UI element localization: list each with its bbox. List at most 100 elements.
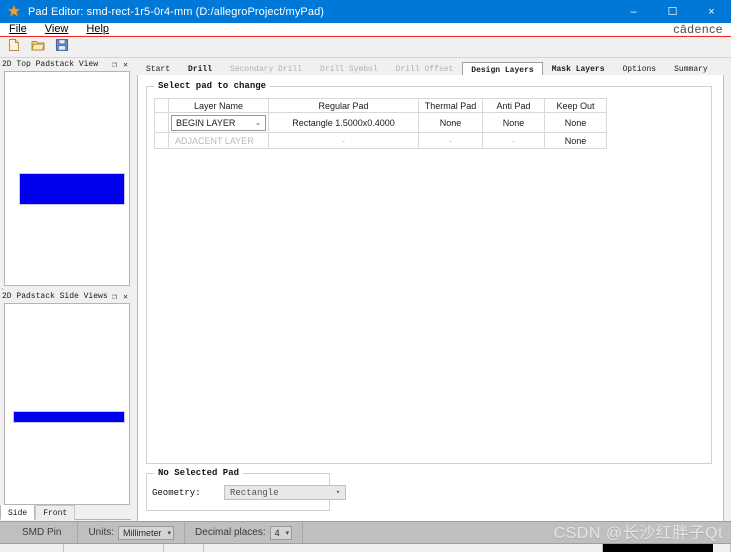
layer-name-combobox[interactable]: BEGIN LAYER ⌄ — [171, 114, 266, 131]
view-tabs: Side Front — [0, 505, 131, 520]
cell-regular-pad-adjacent[interactable]: - — [268, 132, 419, 149]
chevron-down-icon[interactable]: ▾ — [286, 529, 290, 537]
geometry-value: Rectangle — [230, 487, 279, 498]
cell-keep-out-adjacent[interactable]: None — [544, 132, 607, 149]
chevron-down-icon[interactable]: ▾ — [168, 529, 172, 537]
pad-editor-window: Pad Editor: smd-rect-1r5-0r4-mm (D:/alle… — [0, 0, 731, 552]
pad-layers-table[interactable]: Layer Name Regular Pad Thermal Pad Anti … — [154, 98, 607, 149]
tab-secondary-drill: Secondary Drill — [230, 65, 303, 74]
cell-thermal-pad-adjacent[interactable]: - — [418, 132, 483, 149]
tab-drill[interactable]: Drill — [179, 61, 221, 75]
bottom-seg-3 — [164, 544, 204, 552]
tab-summary[interactable]: Summary — [665, 61, 717, 75]
geometry-combobox[interactable]: Rectangle ▾ — [224, 485, 346, 500]
tab-drill-symbol: Drill Symbol — [320, 65, 378, 74]
window-title: Pad Editor: smd-rect-1r5-0r4-mm (D:/alle… — [28, 5, 325, 18]
bottom-seg-4 — [204, 544, 603, 552]
toolbar — [0, 38, 731, 58]
tab-drill-offset: Drill Offset — [395, 65, 454, 74]
menu-bar: File View Help — [0, 23, 731, 37]
units-label: Units: — [88, 527, 115, 538]
dock-side-views-header: 2D Padstack Side Views ❐ ✕ — [0, 290, 131, 303]
th-layer-name: Layer Name — [168, 98, 269, 113]
status-spacer — [302, 521, 731, 544]
cell-layer-name-begin[interactable]: BEGIN LAYER ⌄ — [168, 112, 269, 133]
decimals-label: Decimal places: — [195, 527, 266, 538]
menu-file[interactable]: File — [0, 23, 36, 36]
tab-design-layers[interactable]: Design Layers — [462, 62, 543, 76]
side-padstack-canvas[interactable] — [4, 303, 130, 505]
window-controls: – ☐ × — [614, 0, 731, 23]
cell-regular-pad-begin[interactable]: Rectangle 1.5000x0.4000 — [268, 112, 419, 133]
dock-close-icon[interactable]: ✕ — [120, 59, 131, 70]
th-thermal-pad: Thermal Pad — [418, 98, 483, 113]
view-tab-front[interactable]: Front — [35, 505, 76, 520]
bottom-cutoff-strip — [0, 543, 731, 552]
cell-thermal-pad-begin[interactable]: None — [418, 112, 483, 133]
table-row[interactable]: ADJACENT LAYER - - - None — [154, 132, 607, 149]
menu-help[interactable]: Help — [77, 23, 118, 36]
layer-name-value: BEGIN LAYER — [176, 117, 236, 128]
floppy-disk-icon — [55, 38, 69, 57]
menu-view-label: View — [44, 23, 69, 35]
open-folder-icon — [31, 38, 45, 57]
select-pad-group-title: Select pad to change — [154, 81, 271, 91]
geometry-label: Geometry: — [152, 487, 201, 498]
dock-padstack-side-views: 2D Padstack Side Views ❐ ✕ — [0, 290, 131, 505]
status-units: Units: Millimeter ▾ — [78, 521, 186, 544]
cadence-logo: cādence — [673, 22, 723, 36]
dock-float-icon[interactable]: ❐ — [109, 59, 120, 70]
title-bar: Pad Editor: smd-rect-1r5-0r4-mm (D:/alle… — [0, 0, 731, 23]
pad-shape-top — [19, 173, 125, 205]
app-icon — [6, 3, 22, 20]
row-handle-begin[interactable] — [154, 112, 169, 133]
menu-file-label: File — [9, 23, 27, 35]
open-file-button[interactable] — [28, 39, 48, 57]
top-padstack-canvas[interactable] — [4, 71, 130, 286]
cell-layer-name-adjacent[interactable]: ADJACENT LAYER — [168, 132, 269, 149]
view-tab-side[interactable]: Side — [0, 505, 36, 520]
design-layers-panel: Select pad to change Layer Name Regular … — [137, 75, 724, 530]
bottom-seg-1 — [0, 544, 64, 552]
save-file-button[interactable] — [52, 39, 72, 57]
th-anti-pad: Anti Pad — [482, 98, 545, 113]
th-regular-pad: Regular Pad — [268, 98, 419, 113]
status-decimal-places: Decimal places: 4 ▾ — [185, 522, 302, 544]
menu-view[interactable]: View — [36, 23, 78, 36]
dock-float-icon-2[interactable]: ❐ — [109, 291, 120, 302]
new-document-icon — [7, 38, 21, 57]
cell-keep-out-begin[interactable]: None — [544, 112, 607, 133]
row-handle-adjacent[interactable] — [154, 132, 169, 149]
bottom-seg-dark — [603, 544, 713, 552]
dock-top-padstack-title: 2D Top Padstack View — [2, 60, 99, 69]
tab-mask-layers[interactable]: Mask Layers — [543, 61, 614, 75]
units-combobox[interactable]: Millimeter ▾ — [118, 525, 175, 540]
status-bar: SMD Pin Units: Millimeter ▾ Decimal plac… — [0, 521, 731, 544]
th-handle — [154, 98, 169, 113]
bottom-seg-2 — [64, 544, 164, 552]
maximize-button[interactable]: ☐ — [653, 0, 692, 23]
dock-side-views-title: 2D Padstack Side Views — [2, 292, 108, 301]
dock-close-icon-2[interactable]: ✕ — [120, 291, 131, 302]
new-file-button[interactable] — [4, 39, 24, 57]
bottom-seg-5 — [713, 544, 731, 552]
tab-start[interactable]: Start — [137, 61, 179, 75]
cell-anti-pad-begin[interactable]: None — [482, 112, 545, 133]
chevron-down-icon[interactable]: ⌄ — [251, 118, 265, 127]
close-button[interactable]: × — [692, 0, 731, 23]
decimals-combobox[interactable]: 4 ▾ — [269, 525, 293, 540]
status-pin-type: SMD Pin — [0, 521, 79, 544]
dock-top-padstack-header: 2D Top Padstack View ❐ ✕ — [0, 58, 131, 71]
pad-shape-side — [13, 411, 125, 423]
cell-anti-pad-adjacent[interactable]: - — [482, 132, 545, 149]
chevron-down-icon[interactable]: ▾ — [331, 488, 345, 497]
dock-top-padstack-view: 2D Top Padstack View ❐ ✕ — [0, 58, 131, 288]
table-header-row: Layer Name Regular Pad Thermal Pad Anti … — [154, 98, 607, 113]
no-selected-pad-title: No Selected Pad — [154, 468, 244, 478]
menu-help-label: Help — [86, 23, 110, 35]
minimize-button[interactable]: – — [614, 0, 653, 23]
table-row[interactable]: BEGIN LAYER ⌄ Rectangle 1.5000x0.4000 No… — [154, 112, 607, 133]
tab-options[interactable]: Options — [614, 61, 666, 75]
main-tab-strip: Start Drill Secondary Drill Drill Symbol… — [137, 62, 724, 76]
geometry-row: Geometry: Rectangle ▾ — [152, 485, 346, 500]
